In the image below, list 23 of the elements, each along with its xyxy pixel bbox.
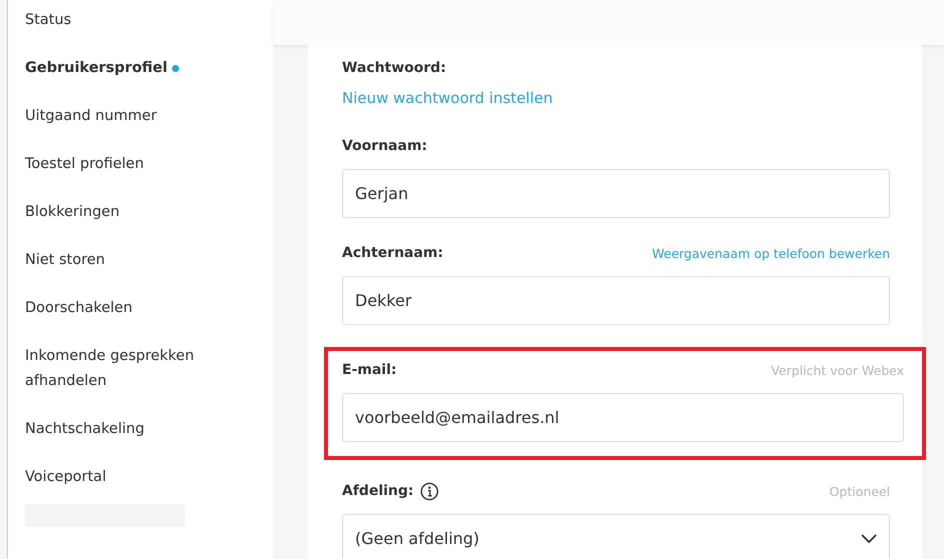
field-hint: Optioneel	[829, 484, 890, 498]
sidebar-item[interactable]: Nachtschakeling	[25, 417, 225, 442]
field-label: Afdeling:	[342, 483, 414, 499]
field-label: Achternaam:	[342, 245, 444, 261]
text-input-field[interactable]: voorbeeld@emailadres.nl	[342, 393, 904, 442]
sidebar-item[interactable]: Doorschakelen	[25, 296, 225, 321]
chevron-down-icon	[861, 534, 877, 544]
sidebar-item[interactable]: Blokkeringen	[25, 200, 225, 225]
field-label: Wachtwoord:	[342, 60, 446, 76]
sidebar-item[interactable]: Status	[25, 8, 225, 33]
sidebar-item[interactable]: Toestel profielen	[25, 152, 225, 177]
sidebar-item[interactable]: Voiceportal	[25, 465, 225, 490]
sidebar-item[interactable]: Uitgaand nummer	[25, 104, 225, 129]
department-select[interactable]: (Geen afdeling)	[342, 514, 890, 559]
sidebar-item[interactable]: Niet storen	[25, 248, 225, 273]
text-input-field[interactable]: Dekker	[342, 276, 890, 325]
field-label: E-mail:	[342, 362, 397, 378]
sidebar-item[interactable]: Gebruikersprofiel	[25, 56, 225, 81]
field-label: Voornaam:	[342, 138, 428, 154]
info-icon[interactable]	[420, 482, 439, 500]
sidebar-item[interactable]: Inkomende gesprekken afhandelen	[25, 344, 225, 394]
text-input-field[interactable]: Gerjan	[342, 169, 890, 218]
field-hint: Verplicht voor Webex	[771, 362, 904, 378]
